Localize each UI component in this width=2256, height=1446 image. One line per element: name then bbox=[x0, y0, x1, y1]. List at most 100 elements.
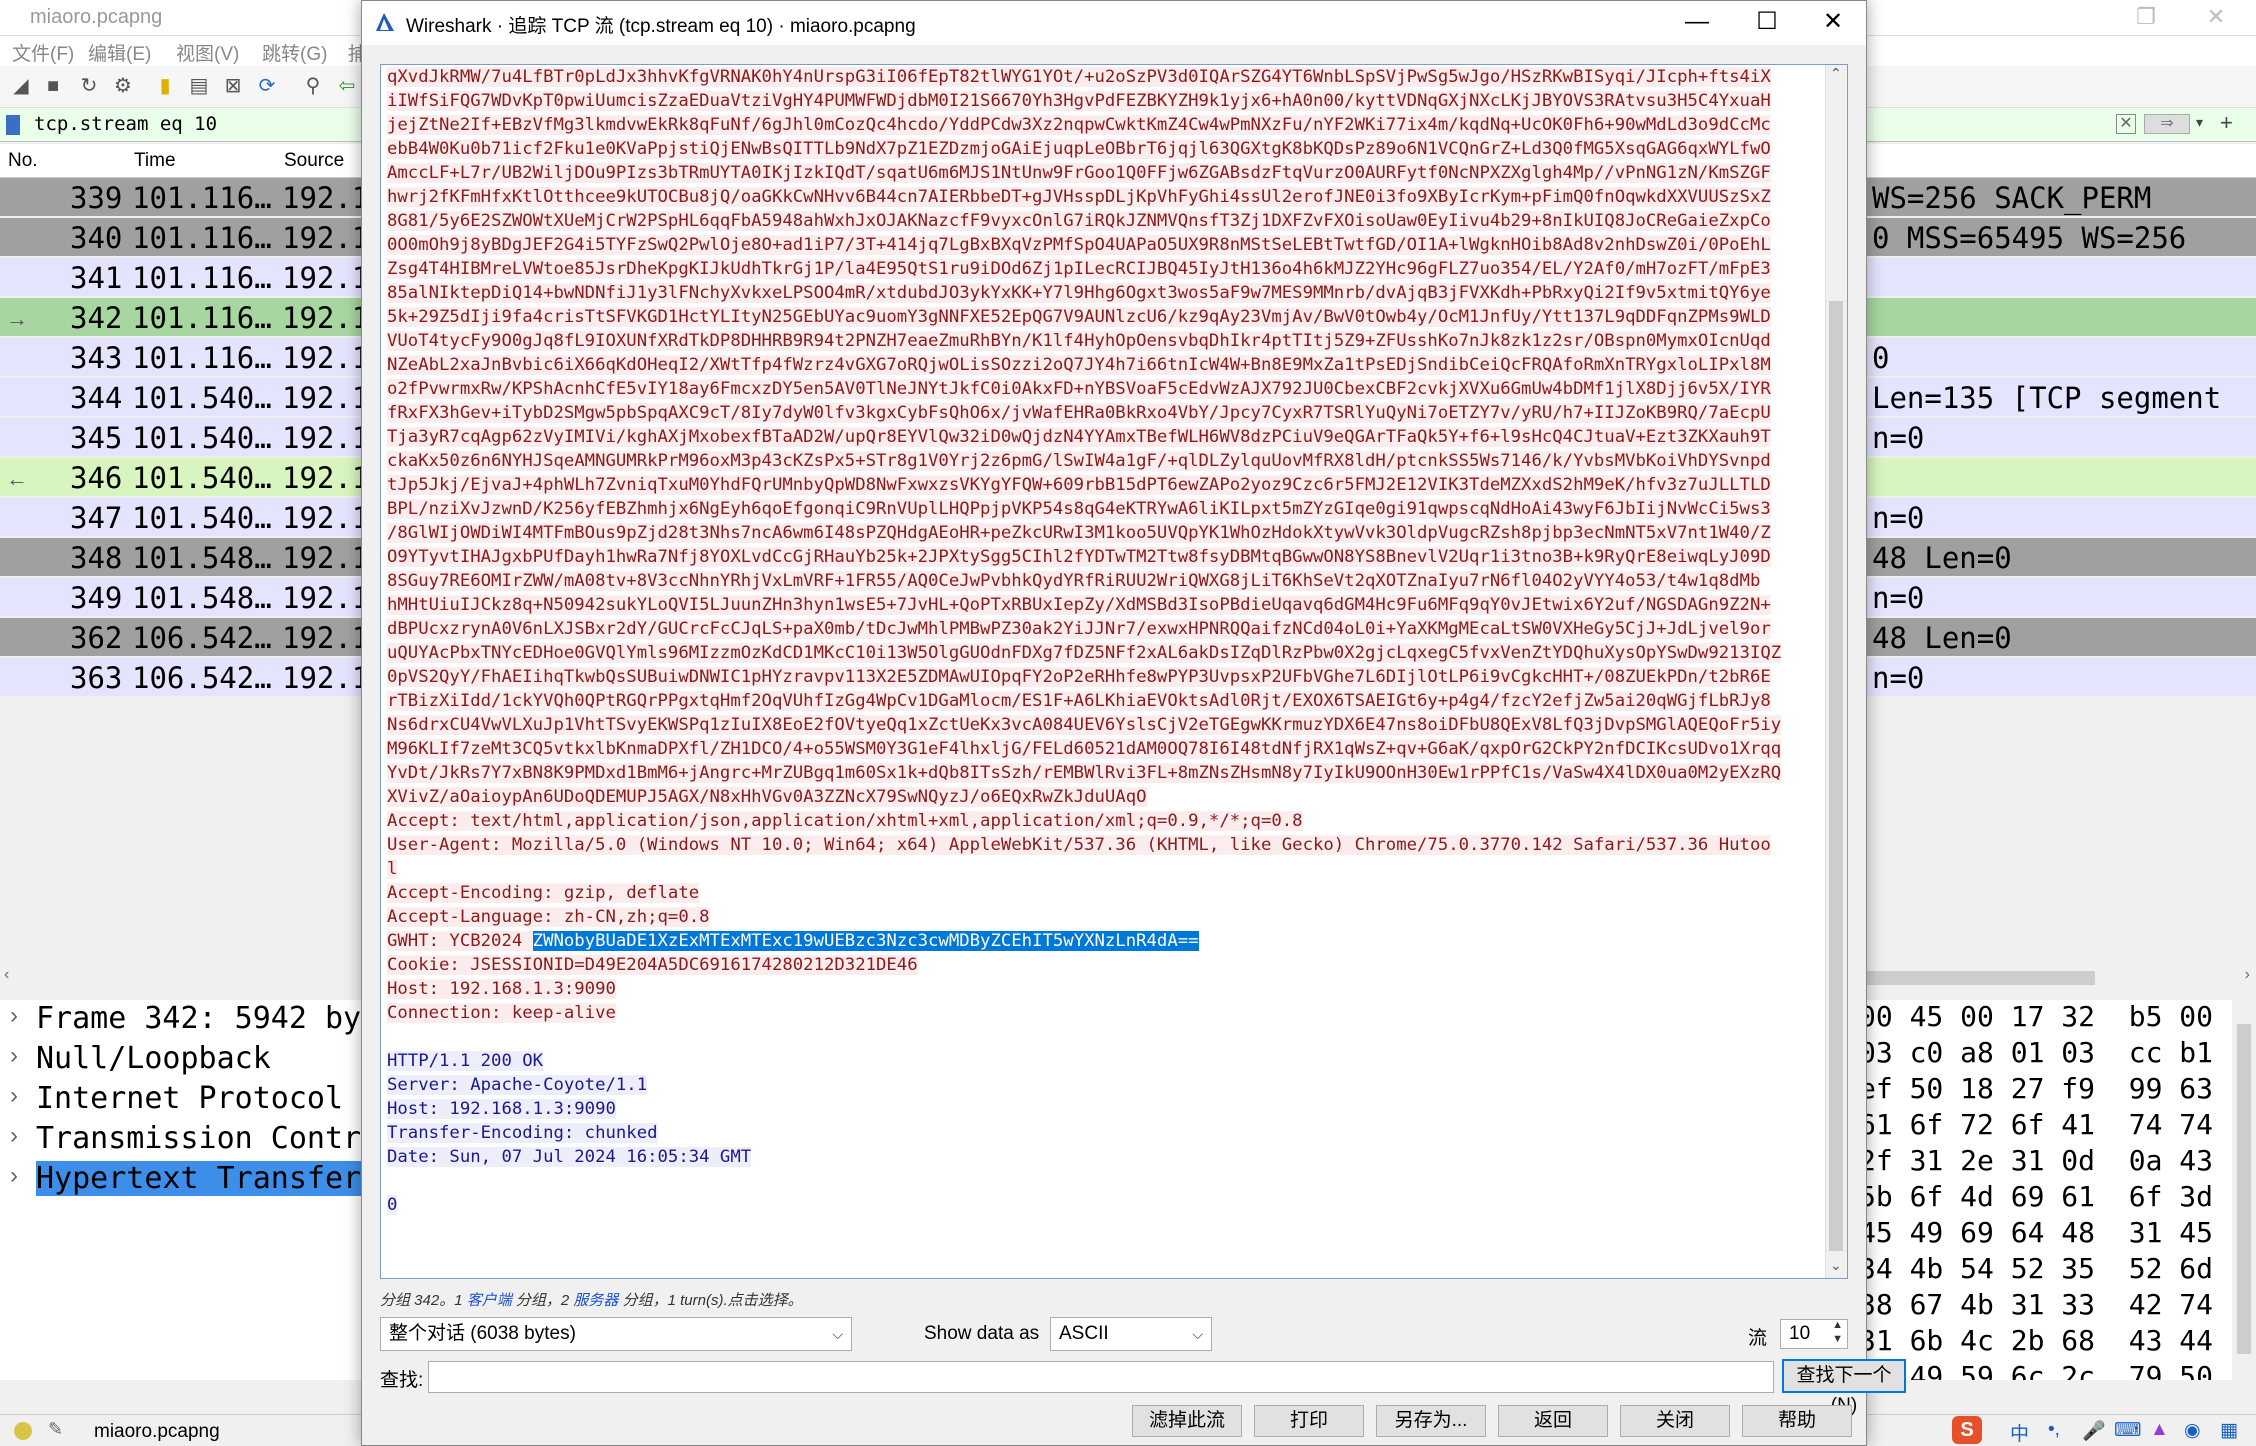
edit-comment-icon[interactable]: ✎ bbox=[48, 1419, 63, 1440]
client-line[interactable]: 0pVS2QyY/FhAEIihqTkwbQsSUBuiwDNWIC1pHYzr… bbox=[387, 665, 1819, 689]
show-data-as-select[interactable]: ASCII ⌵ bbox=[1050, 1317, 1212, 1351]
client-line[interactable]: Tja3yR7cqAgp62zVyIMIVi/kghAXjMxobexfBTaA… bbox=[387, 425, 1819, 449]
hex-row[interactable]: 31 6b 4c 2b 68 43 44 bbox=[1865, 1324, 2213, 1357]
stop-capture-icon[interactable]: ■ bbox=[42, 75, 64, 97]
server-line[interactable]: Date: Sun, 07 Jul 2024 16:05:34 GMT bbox=[387, 1145, 1819, 1169]
client-line[interactable]: Cookie: JSESSIONID=D49E204A5DC6916174280… bbox=[387, 953, 1819, 977]
client-line[interactable]: l bbox=[387, 857, 1819, 881]
client-line[interactable]: jejZtNe2If+EBzVfMg3lkmdvwEkRk8qFuNf/6gJh… bbox=[387, 113, 1819, 137]
client-line[interactable]: XVivZ/aOaioypAn6UDoQDEMUPJ5AGX/N8xHhVGv0… bbox=[387, 785, 1819, 809]
client-line[interactable]: Zsg4T4HIBMreLVWtoe85JsrDheKpgKIJkUdhTkrG… bbox=[387, 257, 1819, 281]
client-line[interactable]: Accept-Encoding: gzip, deflate bbox=[387, 881, 1819, 905]
server-line[interactable]: Transfer-Encoding: chunked bbox=[387, 1121, 1819, 1145]
menu-edit[interactable]: 编辑(E) bbox=[88, 39, 151, 66]
client-line[interactable]: 5k+29Z5dIji9fa4crisTtSFVKGD1HctYLItyN25G… bbox=[387, 305, 1819, 329]
list-hscroll[interactable]: › bbox=[1865, 966, 2256, 988]
find-input[interactable] bbox=[428, 1361, 1774, 1393]
conversation-select[interactable]: 整个对话 (6038 bytes) ⌵ bbox=[380, 1317, 852, 1351]
reload-icon[interactable]: ⟳ bbox=[256, 75, 278, 97]
hex-row[interactable]: 31 49 59 6c 2c 79 50 bbox=[1865, 1360, 2213, 1380]
add-filter-button-icon[interactable]: + bbox=[2220, 110, 2233, 136]
client-packets-link[interactable]: 客户端 bbox=[467, 1292, 512, 1309]
details-hscroll[interactable]: ‹ bbox=[0, 966, 362, 988]
hex-row[interactable]: ef 50 18 27 f9 99 63 bbox=[1865, 1072, 2213, 1105]
stream-content[interactable]: qXvdJkRMW/7u4LfBTr0pLdJx3hhvKfgVRNAK0hY4… bbox=[380, 64, 1848, 1279]
hex-row[interactable]: 34 4b 54 52 35 52 6d bbox=[1865, 1252, 2213, 1285]
client-line[interactable]: hwrj2fKFmHfxKtlOtthcee9kUTOCBu8jQ/oaGKkC… bbox=[387, 185, 1819, 209]
column-source[interactable]: Source bbox=[284, 150, 344, 172]
client-line[interactable]: uQUYAcPbxTNYcEDHoe0GVQlYmls96MIzzmOzKdCD… bbox=[387, 641, 1819, 665]
server-line[interactable]: Host: 192.168.1.3:9090 bbox=[387, 1097, 1819, 1121]
selected-text[interactable]: ZWNobyBUaDE1XzExMTExMTExc19wUEBzc3Nzc3cw… bbox=[532, 931, 1199, 951]
status-led-icon[interactable] bbox=[14, 1422, 32, 1440]
client-line[interactable]: Host: 192.168.1.3:9090 bbox=[387, 977, 1819, 1001]
display-filter-input[interactable]: tcp.stream eq 10 bbox=[34, 113, 217, 135]
detail-frame[interactable]: › Frame 342: 5942 byt bbox=[0, 1000, 379, 1040]
client-line[interactable]: YvDt/JkRs7Y7xBN8K9PMDxd1BmM6+jAngrc+MrZU… bbox=[387, 761, 1819, 785]
gwht-header-line[interactable]: GWHT: YCB2024 ZWNobyBUaDE1XzExMTExMTExc1… bbox=[387, 929, 1819, 953]
start-capture-icon[interactable]: ◢ bbox=[10, 75, 32, 97]
client-line[interactable]: o2fPvwrmxRw/KPShAcnhCfE5vIY18ay6FmcxzDY5… bbox=[387, 377, 1819, 401]
server-packets-link[interactable]: 服务器 bbox=[573, 1292, 618, 1309]
server-line[interactable]: Server: Apache-Coyote/1.1 bbox=[387, 1073, 1819, 1097]
hex-vscroll[interactable] bbox=[2232, 1000, 2256, 1380]
close-file-icon[interactable]: ⊠ bbox=[222, 75, 244, 97]
game-icon[interactable]: ◉ bbox=[2184, 1419, 2201, 1442]
help-button[interactable]: 帮助 bbox=[1742, 1405, 1852, 1437]
hex-row[interactable]: 2f 31 2e 31 0d 0a 43 bbox=[1865, 1144, 2213, 1177]
server-line[interactable]: HTTP/1.1 200 OK bbox=[387, 1049, 1819, 1073]
detail-ip[interactable]: › Internet Protocol V bbox=[0, 1080, 379, 1120]
client-line[interactable]: hMHtUiuIJCkz8q+N50942sukYLoQVI5LJuunZHn3… bbox=[387, 593, 1819, 617]
options-gear-icon[interactable]: ⚙ bbox=[112, 75, 134, 97]
toolbox-grid-icon[interactable]: ▦ bbox=[2220, 1419, 2238, 1442]
stream-number-spinbox[interactable]: 10 ▲ ▼ bbox=[1780, 1319, 1848, 1349]
column-time[interactable]: Time bbox=[134, 150, 176, 172]
client-line[interactable]: 8G81/5y6E2SZWOWtXUeMjCrW2PSpHL6qqFbA5948… bbox=[387, 209, 1819, 233]
client-line[interactable]: 8SGuy7RE6OMIrZWW/mA08tv+8V3ccNhnYRhjVxLm… bbox=[387, 569, 1819, 593]
client-line[interactable]: O9YTyvtIHAJgxbPUfDayh1hwRa7Nfj8YOXLvdCcG… bbox=[387, 545, 1819, 569]
main-close-button[interactable]: ✕ bbox=[2186, 0, 2246, 36]
client-line[interactable]: Ns6drxCU4VwVLXuJp1VhtTSvyEKWSPq1zIuIX8Eo… bbox=[387, 713, 1819, 737]
detail-http[interactable]: › Hypertext Transfer bbox=[0, 1160, 372, 1200]
back-button[interactable]: 返回 bbox=[1498, 1405, 1608, 1437]
menu-go[interactable]: 跳转(G) bbox=[262, 39, 327, 66]
skin-icon[interactable]: ▲ bbox=[2150, 1419, 2169, 1441]
client-line[interactable]: AmccLF+L7r/UB2WiljDOu9PIzs3bTRmUYTA0IKjI… bbox=[387, 161, 1819, 185]
spin-arrows-icon[interactable]: ▲ ▼ bbox=[1832, 1318, 1843, 1346]
client-line[interactable]: fRxFX3hGev+iTybD2SMgw5pbSpqAXC9cT/8Iy7dy… bbox=[387, 401, 1819, 425]
close-button[interactable]: 关闭 bbox=[1620, 1405, 1730, 1437]
hex-row[interactable]: 03 c0 a8 01 03 cc b1 bbox=[1865, 1036, 2213, 1069]
open-folder-icon[interactable]: ▮ bbox=[154, 75, 176, 97]
ime-lang-indicator[interactable]: 中 bbox=[2010, 1419, 2029, 1446]
print-button[interactable]: 打印 bbox=[1254, 1405, 1364, 1437]
stream-vscroll-thumb[interactable] bbox=[1829, 301, 1843, 1251]
hex-row[interactable]: 38 67 4b 31 33 42 74 bbox=[1865, 1288, 2213, 1321]
menu-view[interactable]: 视图(V) bbox=[176, 39, 239, 66]
maximize-button[interactable]: ☐ bbox=[1732, 1, 1802, 45]
client-line[interactable]: /8GlWIjOWDiWI4MTFmBOus9pZjd28t3Nhs7ncA6w… bbox=[387, 521, 1819, 545]
filter-history-dropdown-icon[interactable]: ▾ bbox=[2196, 114, 2203, 131]
client-line[interactable]: NZeAbL2xaJnBvbic6iX66qKdOHeqI2/XWtTfp4fW… bbox=[387, 353, 1819, 377]
client-line[interactable]: ckaKx50z6n6NYHJSqeAMNGUMRkPrM96oxM3p43cK… bbox=[387, 449, 1819, 473]
client-line[interactable]: qXvdJkRMW/7u4LfBTr0pLdJx3hhvKfgVRNAK0hY4… bbox=[387, 65, 1819, 89]
hex-row[interactable]: 5b 6f 4d 69 61 6f 3d bbox=[1865, 1180, 2213, 1213]
hex-row[interactable]: 00 45 00 17 32 b5 00 bbox=[1865, 1000, 2213, 1033]
server-chunk-end-line[interactable]: 0 bbox=[387, 1193, 1819, 1217]
keyboard-icon[interactable]: ⌨ bbox=[2114, 1419, 2141, 1442]
hex-row[interactable]: 61 6f 72 6f 41 74 74 bbox=[1865, 1108, 2213, 1141]
microphone-icon[interactable]: 🎤 bbox=[2082, 1419, 2106, 1443]
client-line[interactable]: M96KLIf7zeMt3CQ5vtkxlbKnmaDPXfl/ZH1DCO/4… bbox=[387, 737, 1819, 761]
client-line[interactable]: User-Agent: Mozilla/5.0 (Windows NT 10.0… bbox=[387, 833, 1819, 857]
apply-filter-icon[interactable]: ⇒ bbox=[2144, 114, 2190, 134]
close-window-button[interactable]: ✕ bbox=[1798, 1, 1868, 45]
hex-row[interactable]: 45 49 69 64 48 31 45 bbox=[1865, 1216, 2213, 1249]
client-line[interactable]: 0O0mOh9j8yBDgJEF2G4i5TYFzSwQ2PwlOje8O+ad… bbox=[387, 233, 1819, 257]
client-line[interactable]: BPL/nziXvJzwnD/K256yfEBZhmhjx6NgEyh6qoEf… bbox=[387, 497, 1819, 521]
stream-text[interactable]: qXvdJkRMW/7u4LfBTr0pLdJx3hhvKfgVRNAK0hY4… bbox=[387, 65, 1819, 1217]
filter-out-stream-button[interactable]: 滤掉此流 bbox=[1132, 1405, 1242, 1437]
bookmark-icon[interactable] bbox=[6, 115, 20, 135]
client-line[interactable]: VUoT4tycFy9O0gJq8fL9IOXUNfXRdTkDP8DHHRB9… bbox=[387, 329, 1819, 353]
main-restore-button[interactable]: ❐ bbox=[2116, 0, 2176, 36]
go-back-icon[interactable]: ⇦ bbox=[336, 75, 358, 97]
minimize-button[interactable]: — bbox=[1662, 1, 1732, 45]
